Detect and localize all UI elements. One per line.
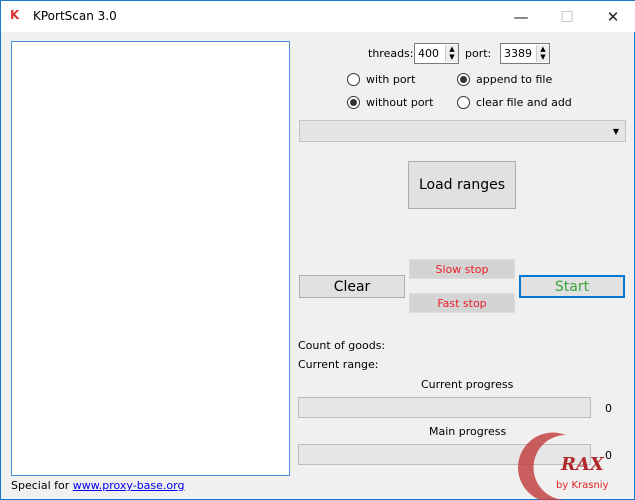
spin-arrows-icon[interactable]: ▲ ▼ — [536, 45, 549, 62]
current-range-label: Current range: — [298, 358, 379, 371]
svg-text:RAX: RAX — [560, 454, 605, 475]
current-progress-value: 0 — [605, 402, 612, 415]
current-progress-bar — [298, 397, 591, 418]
close-button[interactable]: ✕ — [590, 1, 635, 33]
port-label: port: — [465, 47, 492, 60]
range-dropdown[interactable]: ▼ — [299, 120, 626, 142]
special-for-label: Special for — [11, 479, 70, 492]
current-progress-label: Current progress — [421, 378, 514, 391]
radio-label: with port — [366, 73, 416, 86]
spin-arrows-icon[interactable]: ▲ ▼ — [445, 45, 458, 62]
svg-text:by Krasniy: by Krasniy — [556, 480, 609, 491]
radio-icon — [347, 96, 360, 109]
main-progress-label: Main progress — [429, 425, 507, 438]
slow-stop-button[interactable]: Slow stop — [409, 259, 515, 279]
radio-clear-file-and-add[interactable]: clear file and add — [457, 96, 572, 109]
count-of-goods-label: Count of goods: — [298, 339, 386, 352]
radio-label: append to file — [476, 73, 553, 86]
app-icon: K — [10, 8, 20, 22]
proxy-base-link[interactable]: www.proxy-base.org — [73, 479, 185, 492]
clear-button[interactable]: Clear — [299, 275, 405, 298]
threads-value: 400 — [418, 47, 439, 60]
port-stepper[interactable]: 3389 ▲ ▼ — [500, 43, 550, 64]
radio-icon — [457, 73, 470, 86]
start-button[interactable]: Start — [519, 275, 625, 298]
window-title: KPortScan 3.0 — [33, 9, 117, 23]
load-ranges-button[interactable]: Load ranges — [408, 161, 516, 209]
radio-label: clear file and add — [476, 96, 572, 109]
minimize-button[interactable]: — — [498, 1, 544, 33]
fast-stop-button[interactable]: Fast stop — [409, 293, 515, 313]
footer: Special for www.proxy-base.org — [11, 479, 184, 492]
chevron-down-icon: ▼ — [612, 126, 619, 136]
radio-without-port[interactable]: without port — [347, 96, 433, 109]
radio-append-to-file[interactable]: append to file — [457, 73, 552, 86]
radio-icon — [347, 73, 360, 86]
port-value: 3389 — [504, 47, 532, 60]
title-bar: K KPortScan 3.0 — ☐ ✕ — [1, 0, 635, 32]
threads-stepper[interactable]: 400 ▲ ▼ — [414, 43, 459, 64]
crax-watermark-logo: RAX by Krasniy — [518, 432, 609, 500]
threads-label: threads: — [368, 47, 414, 60]
maximize-button[interactable]: ☐ — [544, 1, 590, 33]
radio-with-port[interactable]: with port — [347, 73, 415, 86]
results-list[interactable] — [11, 41, 290, 476]
radio-icon — [457, 96, 470, 109]
radio-label: without port — [366, 96, 434, 109]
